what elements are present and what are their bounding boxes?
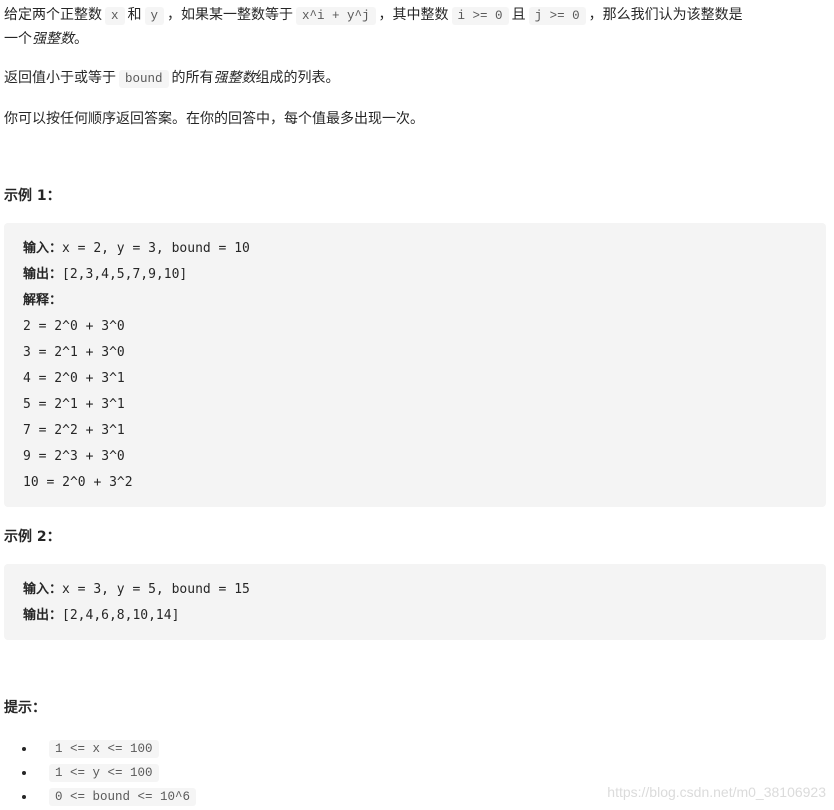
example-1-code-block: 输入：x = 2, y = 3, bound = 10 输出：[2,3,4,5,… [4,223,826,507]
example-1-explain-label: 解释： [23,288,807,314]
text: 。 [74,31,88,47]
code-i-constraint: i >= 0 [451,7,509,25]
output-value: [2,4,6,8,10,14] [62,608,180,623]
explanation-line: 2 = 2^0 + 3^0 [23,319,125,334]
example-1-heading: 示例 1： [4,188,61,204]
intro-paragraph-3: 你可以按任何顺序返回答案。在你的回答中，每个值最多出现一次。 [4,111,424,127]
text: ，如果某一整数等于 [167,7,294,23]
watermark: https://blog.csdn.net/m0_38106923 [607,784,826,800]
example-2-code-block: 输入：x = 3, y = 5, bound = 15 输出：[2,4,6,8,… [4,564,826,640]
text: 和 [127,7,142,23]
text: 且 [511,7,526,23]
hint-code: 0 <= bound <= 10^6 [49,788,197,806]
explanation-line: 10 = 2^0 + 3^2 [23,475,133,490]
hint-item: 1 <= x <= 100 [36,736,196,760]
code-formula: x^i + y^j [296,7,376,25]
example-1-input: 输入：x = 2, y = 3, bound = 10 [23,236,807,262]
intro-paragraph-1: 给定两个正整数 x 和 y ，如果某一整数等于 x^i + y^j ，其中整数 i >= 0且… [4,3,743,28]
hint-code: 1 <= x <= 100 [49,740,159,758]
input-value: x = 2, y = 3, bound = 10 [62,241,250,256]
code-x: x [105,7,125,25]
code-j-constraint: j >= 0 [528,7,586,25]
explanation-line: 4 = 2^0 + 3^1 [23,371,125,386]
explain-label: 解释： [23,293,63,308]
explanation-line: 7 = 2^2 + 3^1 [23,423,125,438]
example-2-heading: 示例 2： [4,529,61,545]
hints-heading: 提示： [4,700,46,716]
example-2-input: 输入：x = 3, y = 5, bound = 15 [23,577,807,603]
hint-item: 1 <= y <= 100 [36,760,196,784]
input-label: 输入： [23,241,63,256]
example-2-output: 输出：[2,4,6,8,10,14] [23,603,807,629]
explanation-line: 3 = 2^1 + 3^0 [23,345,125,360]
text: ，那么我们认为该整数是 [588,7,743,23]
intro-paragraph-1-line-2: 一个强整数。 [4,27,88,51]
hint-code: 1 <= y <= 100 [49,764,159,782]
hints-list: 1 <= x <= 100 1 <= y <= 100 0 <= bound <… [0,736,197,808]
text: 一个 [4,31,32,47]
input-label: 输入： [23,582,63,597]
explanation-line: 9 = 2^3 + 3^0 [23,449,125,464]
code-bound: bound [119,70,169,88]
hint-item: 0 <= bound <= 10^6 [36,784,197,808]
text: 组成的列表。 [255,70,340,86]
input-value: x = 3, y = 5, bound = 15 [62,582,250,597]
explanation-line: 5 = 2^1 + 3^1 [23,397,125,412]
output-label: 输出： [23,267,63,282]
text: 返回值小于或等于 [4,70,116,86]
emphasis: 强整数 [213,70,256,86]
code-y: y [144,7,165,25]
example-1-output: 输出：[2,3,4,5,7,9,10] [23,262,807,288]
output-label: 输出： [23,608,63,623]
text: 给定两个正整数 [4,7,102,23]
emphasis: 强整数 [32,31,74,47]
text: 的所有 [171,70,214,86]
text: ，其中整数 [378,7,449,23]
intro-paragraph-2: 返回值小于或等于 bound 的所有强整数组成的列表。 [4,66,340,91]
output-value: [2,3,4,5,7,9,10] [62,267,188,282]
